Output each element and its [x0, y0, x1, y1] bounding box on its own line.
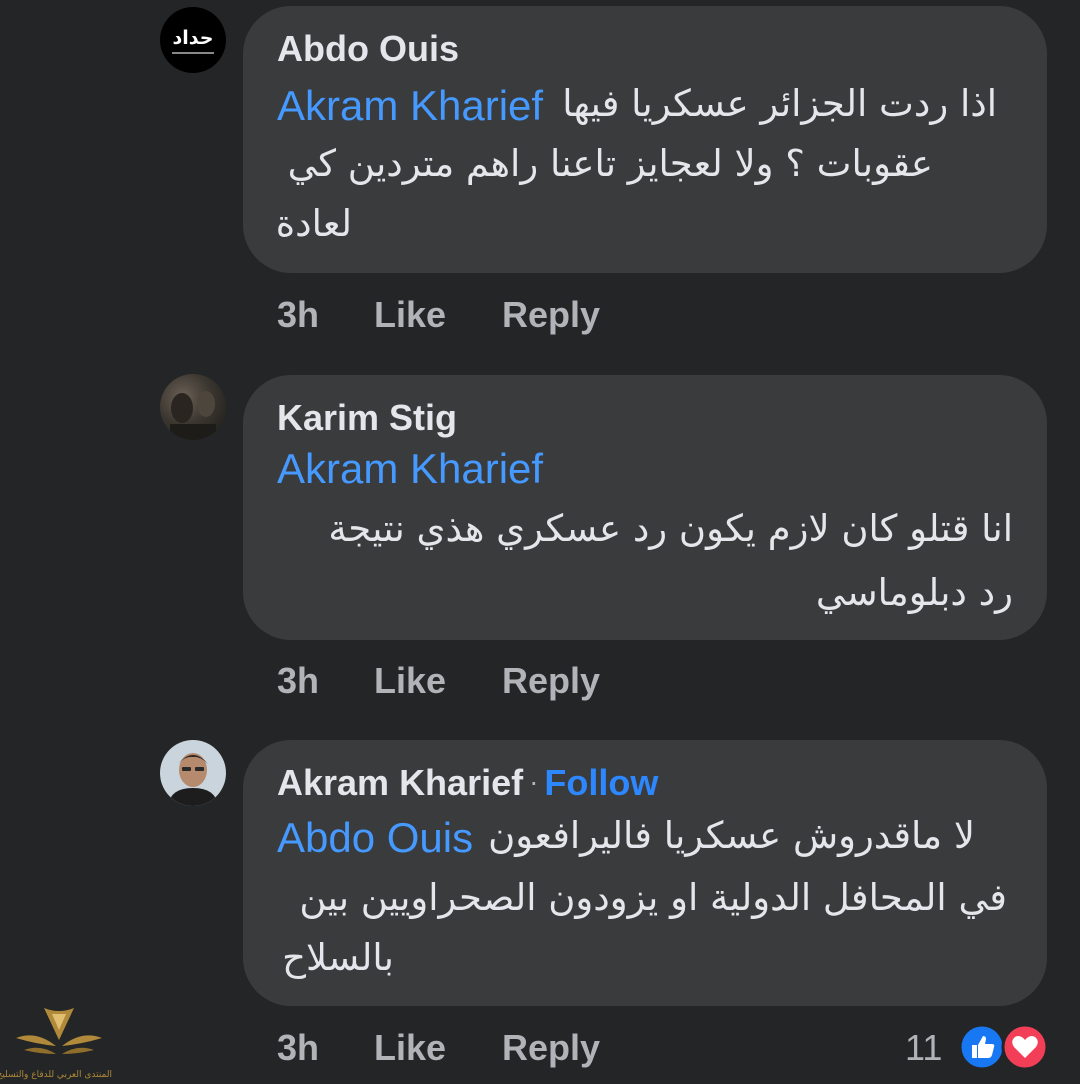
comment-text-line: بالسلاح	[282, 936, 394, 979]
like-button[interactable]: Like	[374, 294, 446, 336]
watermark-text: المنتدى العربي للدفاع والتسليح	[0, 1070, 112, 1080]
comment-text-line: عقوبات ؟ ولا لعجايز تاعنا راهم متردين كي	[287, 142, 933, 185]
reply-button[interactable]: Reply	[502, 660, 600, 702]
reply-button[interactable]: Reply	[502, 294, 600, 336]
love-reaction-icon	[1001, 1023, 1049, 1071]
comment-bubble: Karim Stig Akram Kharief انا قتلو كان لا…	[243, 375, 1047, 640]
reaction-count: 11	[905, 1027, 943, 1068]
comment-time[interactable]: 3h	[277, 1027, 319, 1069]
comment-text-line: اذا ردت الجزائر عسكريا فيها	[562, 82, 997, 125]
like-button[interactable]: Like	[374, 660, 446, 702]
comment-author-line: Akram Kharief · Follow	[277, 762, 658, 804]
comment-bubble: Abdo Ouis Akram Kharief اذا ردت الجزائر …	[243, 6, 1047, 273]
watermark-logo: المنتدى العربي للدفاع والتسليح	[0, 1000, 112, 1084]
reply-button[interactable]: Reply	[502, 1027, 600, 1069]
avatar[interactable]	[160, 740, 226, 806]
mention-link[interactable]: Akram Kharief	[277, 445, 543, 493]
avatar-label: حداد	[173, 27, 214, 49]
comment-author[interactable]: Abdo Ouis	[277, 28, 459, 70]
comment-text-line: رد دبلوماسي	[815, 571, 1013, 614]
follow-button[interactable]: Follow	[544, 762, 658, 803]
comment-text-line: انا قتلو كان لازم يكون رد عسكري هذي نتيج…	[328, 507, 1013, 550]
comment-time[interactable]: 3h	[277, 294, 319, 336]
mention-link[interactable]: Abdo Ouis	[277, 814, 473, 862]
separator-dot: ·	[529, 766, 539, 797]
comment-text-line: لعادة	[275, 202, 352, 245]
comment-text-line: في المحافل الدولية او يزودون الصحراويين …	[299, 876, 1007, 919]
comment-bubble: Akram Kharief · Follow Abdo Ouis لا ماقدرو…	[243, 740, 1047, 1006]
avatar[interactable]: حداد	[160, 7, 226, 73]
comment-author[interactable]: Akram Kharief	[277, 762, 523, 803]
avatar[interactable]	[160, 374, 226, 440]
mention-link[interactable]: Akram Kharief	[277, 82, 543, 130]
comment-time[interactable]: 3h	[277, 660, 319, 702]
like-reaction-icon	[958, 1023, 1006, 1071]
comment-text-line: لا ماقدروش عسكريا فاليرافعون	[488, 814, 975, 857]
comment-author[interactable]: Karim Stig	[277, 397, 457, 439]
like-button[interactable]: Like	[374, 1027, 446, 1069]
